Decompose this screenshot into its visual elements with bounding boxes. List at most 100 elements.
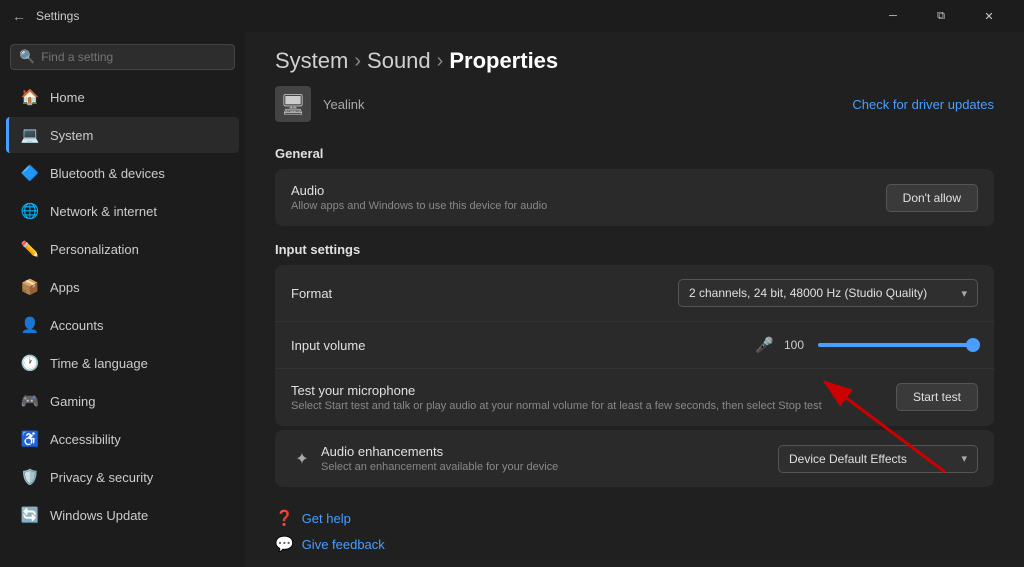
audio-enhancements-card: ✦ Audio enhancements Select an enhanceme… bbox=[275, 430, 994, 487]
sidebar-item-system[interactable]: 💻 System bbox=[6, 117, 239, 153]
device-name: Yealink bbox=[323, 97, 364, 112]
home-icon: 🏠 bbox=[20, 87, 40, 107]
input-volume-label: Input volume bbox=[291, 338, 365, 353]
content-wrapper: System › Sound › Properties 🖥 Yealink Ch… bbox=[245, 32, 1024, 567]
gaming-icon: 🎮 bbox=[20, 391, 40, 411]
sidebar-item-apps[interactable]: 📦 Apps bbox=[6, 269, 239, 305]
sidebar-item-personalization-label: Personalization bbox=[50, 242, 139, 257]
get-help-icon: ❓ bbox=[275, 509, 294, 527]
app-title: Settings bbox=[36, 9, 870, 23]
windows-update-icon: 🔄 bbox=[20, 505, 40, 525]
audio-info: Audio Allow apps and Windows to use this… bbox=[291, 183, 547, 212]
audio-desc: Allow apps and Windows to use this devic… bbox=[291, 200, 547, 212]
sidebar-item-time-label: Time & language bbox=[50, 356, 148, 371]
sidebar-item-network[interactable]: 🌐 Network & internet bbox=[6, 193, 239, 229]
sidebar-item-windows-update-label: Windows Update bbox=[50, 508, 148, 523]
breadcrumb: System › Sound › Properties bbox=[245, 32, 1024, 84]
device-icon: 🖥 bbox=[275, 86, 311, 122]
enhancements-left: ✦ Audio enhancements Select an enhanceme… bbox=[291, 444, 558, 473]
breadcrumb-current: Properties bbox=[449, 48, 558, 74]
window-controls: ─ ⧉ ✕ bbox=[870, 0, 1012, 32]
enhancements-dropdown-chevron: ▾ bbox=[961, 452, 967, 465]
breadcrumb-sound[interactable]: Sound bbox=[367, 48, 431, 74]
volume-slider[interactable] bbox=[818, 343, 978, 347]
enhancements-dropdown-value: Device Default Effects bbox=[789, 452, 907, 466]
input-settings-header: Input settings bbox=[275, 230, 994, 265]
sidebar-item-windows-update[interactable]: 🔄 Windows Update bbox=[6, 497, 239, 533]
enhancements-info: Audio enhancements Select an enhancement… bbox=[321, 444, 558, 473]
input-settings-card: Format 2 channels, 24 bit, 48000 Hz (Stu… bbox=[275, 265, 994, 426]
slider-thumb bbox=[966, 338, 980, 352]
enhancements-icon: ✦ bbox=[291, 448, 313, 470]
content-inner: General Audio Allow apps and Windows to … bbox=[245, 134, 1024, 567]
sidebar-item-accessibility[interactable]: ♿ Accessibility bbox=[6, 421, 239, 457]
sidebar-item-home-label: Home bbox=[50, 90, 85, 105]
breadcrumb-sep-1: › bbox=[354, 50, 361, 73]
content-area: System › Sound › Properties 🖥 Yealink Ch… bbox=[245, 32, 1024, 567]
device-info: 🖥 Yealink bbox=[275, 86, 364, 122]
main-layout: 🔍 🏠 Home 💻 System 🔷 Bluetooth & devices … bbox=[0, 32, 1024, 567]
system-icon: 💻 bbox=[20, 125, 40, 145]
mic-icon: 🎤 bbox=[755, 336, 774, 354]
format-dropdown-value: 2 channels, 24 bit, 48000 Hz (Studio Qua… bbox=[689, 286, 927, 300]
accounts-icon: 👤 bbox=[20, 315, 40, 335]
general-section-header: General bbox=[275, 134, 994, 169]
sidebar-item-accounts-label: Accounts bbox=[50, 318, 103, 333]
audio-row: Audio Allow apps and Windows to use this… bbox=[275, 169, 994, 226]
test-mic-info: Test your microphone Select Start test a… bbox=[291, 383, 822, 412]
close-button[interactable]: ✕ bbox=[966, 0, 1012, 32]
enhancements-label: Audio enhancements bbox=[321, 444, 558, 459]
search-box[interactable]: 🔍 bbox=[10, 44, 235, 70]
accessibility-icon: ♿ bbox=[20, 429, 40, 449]
sidebar-item-home[interactable]: 🏠 Home bbox=[6, 79, 239, 115]
dont-allow-button[interactable]: Don't allow bbox=[886, 184, 978, 212]
sidebar-item-apps-label: Apps bbox=[50, 280, 80, 295]
sidebar: 🔍 🏠 Home 💻 System 🔷 Bluetooth & devices … bbox=[0, 32, 245, 567]
enhancements-desc: Select an enhancement available for your… bbox=[321, 461, 558, 473]
sidebar-item-gaming[interactable]: 🎮 Gaming bbox=[6, 383, 239, 419]
time-icon: 🕐 bbox=[20, 353, 40, 373]
sidebar-item-personalization[interactable]: ✏️ Personalization bbox=[6, 231, 239, 267]
bottom-links: ❓ Get help 💬 Give feedback bbox=[275, 495, 994, 567]
test-mic-row: Test your microphone Select Start test a… bbox=[275, 369, 994, 426]
format-label: Format bbox=[291, 286, 332, 301]
test-mic-label: Test your microphone bbox=[291, 383, 822, 398]
give-feedback-link[interactable]: 💬 Give feedback bbox=[275, 531, 964, 557]
personalization-icon: ✏️ bbox=[20, 239, 40, 259]
sidebar-item-gaming-label: Gaming bbox=[50, 394, 96, 409]
sidebar-item-bluetooth[interactable]: 🔷 Bluetooth & devices bbox=[6, 155, 239, 191]
start-test-button[interactable]: Start test bbox=[896, 383, 978, 411]
general-card: Audio Allow apps and Windows to use this… bbox=[275, 169, 994, 226]
search-icon: 🔍 bbox=[19, 49, 35, 65]
restore-button[interactable]: ⧉ bbox=[918, 0, 964, 32]
audio-enhancements-row: ✦ Audio enhancements Select an enhanceme… bbox=[275, 430, 994, 487]
format-row: Format 2 channels, 24 bit, 48000 Hz (Stu… bbox=[275, 265, 994, 322]
device-row: 🖥 Yealink Check for driver updates bbox=[245, 84, 1024, 134]
sidebar-item-accounts[interactable]: 👤 Accounts bbox=[6, 307, 239, 343]
sidebar-item-system-label: System bbox=[50, 128, 93, 143]
volume-value: 100 bbox=[784, 338, 808, 352]
input-volume-row: Input volume 🎤 100 bbox=[275, 322, 994, 369]
search-input[interactable] bbox=[41, 50, 226, 64]
slider-fill bbox=[818, 343, 978, 347]
volume-controls: 🎤 100 bbox=[755, 336, 978, 354]
sidebar-item-privacy[interactable]: 🛡️ Privacy & security bbox=[6, 459, 239, 495]
test-mic-desc: Select Start test and talk or play audio… bbox=[291, 400, 822, 412]
sidebar-item-network-label: Network & internet bbox=[50, 204, 157, 219]
breadcrumb-system[interactable]: System bbox=[275, 48, 348, 74]
give-feedback-icon: 💬 bbox=[275, 535, 294, 553]
give-feedback-label: Give feedback bbox=[302, 537, 385, 552]
enhancements-dropdown[interactable]: Device Default Effects ▾ bbox=[778, 445, 978, 473]
format-dropdown-chevron: ▾ bbox=[961, 287, 967, 300]
sidebar-item-privacy-label: Privacy & security bbox=[50, 470, 153, 485]
back-button[interactable]: ← bbox=[12, 8, 26, 24]
apps-icon: 📦 bbox=[20, 277, 40, 297]
get-help-link[interactable]: ❓ Get help bbox=[275, 505, 964, 531]
format-dropdown[interactable]: 2 channels, 24 bit, 48000 Hz (Studio Qua… bbox=[678, 279, 978, 307]
driver-update-link[interactable]: Check for driver updates bbox=[852, 97, 994, 112]
sidebar-item-time[interactable]: 🕐 Time & language bbox=[6, 345, 239, 381]
privacy-icon: 🛡️ bbox=[20, 467, 40, 487]
sidebar-item-accessibility-label: Accessibility bbox=[50, 432, 121, 447]
network-icon: 🌐 bbox=[20, 201, 40, 221]
minimize-button[interactable]: ─ bbox=[870, 0, 916, 32]
